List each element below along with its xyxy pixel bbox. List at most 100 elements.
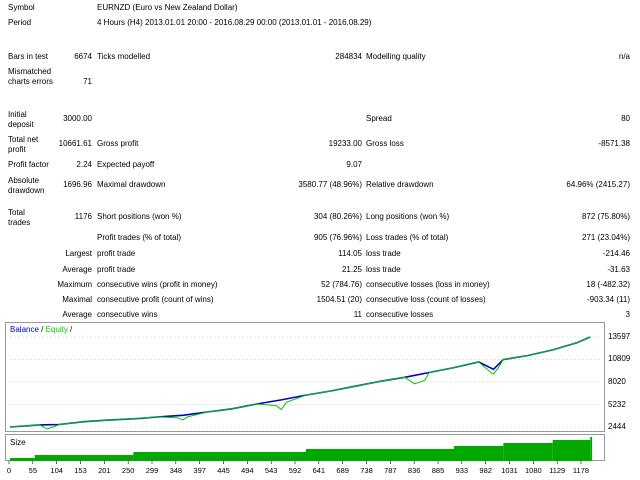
report-summary: Symbol EURNZD (Euro vs New Zealand Dolla…: [0, 0, 640, 319]
max-cons-losses-label: consecutive losses (loss in money): [366, 280, 490, 289]
legend-equity: Equity: [45, 325, 68, 334]
average-label: Average: [62, 265, 92, 274]
x-tick-label: 592: [289, 466, 302, 475]
netprofit-value: 10661.61: [58, 139, 92, 148]
largest-profit-label: profit trade: [97, 249, 136, 258]
x-tick-label: 1080: [525, 466, 542, 475]
y-tick-label: 10809: [608, 354, 631, 364]
ltrades-label: Loss trades (% of total): [366, 233, 449, 242]
largest-loss-value: -214.46: [602, 249, 630, 258]
ptrades-value: 905 (76.96%): [313, 233, 362, 242]
max-cons-profit-label: consecutive profit (count of wins): [97, 295, 214, 304]
max-cons-wins-value: 52 (784.76): [321, 280, 362, 289]
size-bar: [133, 452, 306, 461]
ticks-value: 284834: [335, 52, 362, 61]
x-tick-label: 1129: [549, 466, 565, 475]
reldd-value: 64.96% (2415.27): [566, 180, 630, 189]
x-tick-label: 543: [265, 466, 278, 475]
x-tick-label: 1031: [501, 466, 518, 475]
avg-cons-wins-label: consecutive wins: [97, 310, 158, 319]
x-tick-label: 885: [432, 466, 445, 475]
size-plot: [10, 437, 593, 461]
x-tick-label: 250: [122, 466, 135, 475]
symbol-label: Symbol: [8, 3, 35, 12]
y-tick-label: 5232: [608, 399, 626, 409]
x-tick-label: 494: [241, 466, 254, 475]
size-bar: [590, 437, 593, 461]
spread-value: 80: [621, 114, 630, 123]
trades-value: 1176: [74, 212, 92, 221]
pf-value: 2.24: [76, 160, 92, 169]
grossprofit-label: Gross profit: [97, 139, 139, 148]
maxdd-value: 3580.77 (48.96%): [298, 180, 362, 189]
quality-value: n/a: [618, 52, 630, 61]
x-tick-label: 201: [98, 466, 111, 475]
x-tick-label: 397: [193, 466, 206, 475]
reldd-label: Relative drawdown: [366, 180, 434, 189]
legend-separator-2: /: [67, 325, 73, 334]
size-bar: [552, 440, 591, 461]
grossloss-label: Gross loss: [366, 139, 404, 148]
ptrades-label: Profit trades (% of total): [97, 233, 182, 242]
balance-equity-chart: Balance / Equity / 13597 10809 8020 5232 244…: [5, 322, 630, 432]
max-cons-wins-label: consecutive wins (profit in money): [97, 280, 218, 289]
long-value: 872 (75.80%): [581, 212, 630, 221]
x-tick-label: 153: [74, 466, 87, 475]
max-cons-loss-value: -903.34 (11): [587, 295, 630, 304]
chart-legend: Balance / Equity /: [10, 325, 72, 334]
x-tick-label: 933: [456, 466, 469, 475]
avg-cons-wins-value: 11: [353, 310, 362, 319]
x-tick-label: 689: [336, 466, 349, 475]
max-cons-profit-value: 1504.51 (20): [316, 295, 362, 304]
mismatch-value: 71: [83, 77, 92, 86]
max-cons-loss-label: consecutive loss (count of losses): [366, 295, 486, 304]
avg-cons-losses-value: 3: [625, 310, 630, 319]
grossprofit-value: 19233.00: [328, 139, 362, 148]
largest-label: Largest: [65, 249, 92, 258]
x-tick-label: 299: [146, 466, 159, 475]
x-tick-label: 1178: [573, 466, 589, 475]
period-label: Period: [8, 18, 32, 27]
y-tick-label: 2444: [608, 422, 626, 431]
payoff-value: 9.07: [346, 160, 362, 169]
size-bar: [306, 449, 454, 461]
long-label: Long positions (won %): [366, 212, 450, 221]
y-tick-label: 8020: [608, 377, 626, 386]
ltrades-value: 271 (23.04%): [581, 233, 630, 242]
x-tick-label: 836: [408, 466, 421, 475]
short-label: Short positions (won %): [97, 212, 182, 221]
average-cons-label: Average: [62, 310, 92, 319]
average-loss-value: -31.63: [607, 265, 630, 274]
short-value: 304 (80.26%): [313, 212, 362, 221]
average-profit-label: profit trade: [97, 265, 136, 274]
x-tick-label: 104: [50, 466, 63, 475]
maxdd-label: Maximal drawdown: [97, 180, 166, 189]
y-tick-label: 13597: [608, 332, 631, 341]
average-loss-label: loss trade: [366, 265, 401, 274]
x-tick-label: 55: [29, 466, 37, 475]
maximum-label: Maximum: [57, 280, 92, 289]
maximal-label: Maximal: [62, 295, 92, 304]
legend-balance: Balance: [10, 325, 39, 334]
bars-value: 6674: [74, 52, 92, 61]
deposit-value: 3000.00: [63, 114, 92, 123]
average-profit-value: 21.25: [341, 265, 362, 274]
x-tick-label: 0: [7, 466, 11, 475]
ticks-label: Ticks modelled: [97, 52, 151, 61]
size-bar: [503, 443, 553, 461]
x-tick-label: 641: [313, 466, 326, 475]
legend-separator-1: /: [38, 325, 46, 334]
spread-label: Spread: [366, 114, 392, 123]
max-cons-losses-value: 18 (-482.32): [586, 280, 630, 289]
largest-loss-label: loss trade: [366, 249, 401, 258]
x-tick-label: 445: [217, 466, 230, 475]
size-panel: Size: [5, 434, 605, 461]
x-tick-label: 787: [384, 466, 397, 475]
x-tick-label: 982: [479, 466, 492, 475]
absdd-value: 1696.96: [63, 180, 92, 189]
symbol-value: EURNZD (Euro vs New Zealand Dollar): [97, 3, 238, 12]
largest-profit-value: 114.05: [338, 249, 362, 258]
x-axis-ticks: 0 55 104 153 201 250 299 348 397 445 494 543 592 641 6…: [7, 461, 589, 475]
chart-plot: [9, 336, 602, 430]
grossloss-value: -8571.38: [598, 139, 630, 148]
